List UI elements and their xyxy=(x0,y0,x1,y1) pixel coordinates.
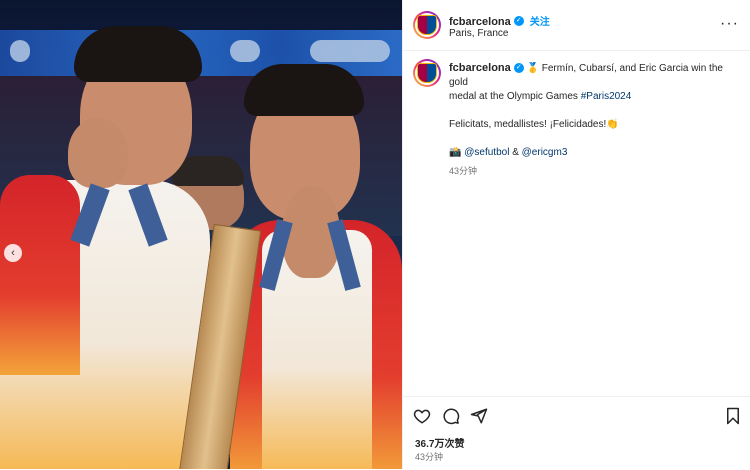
follow-button[interactable]: 关注 xyxy=(530,17,550,28)
caption: fcbarcelona ✓ 🥇 Fermín, Cubarsí, and Eric… xyxy=(449,61,741,177)
like-count[interactable]: 36.7万次赞 xyxy=(415,435,464,450)
more-options-icon[interactable]: ··· xyxy=(720,15,739,33)
caption-time: 43分钟 xyxy=(449,166,478,176)
fcb-crest-icon xyxy=(417,63,437,83)
chevron-left-icon: ‹ xyxy=(11,247,15,259)
hashtag-link[interactable]: #Paris2024 xyxy=(581,91,632,102)
header-username[interactable]: fcbarcelona xyxy=(449,16,511,28)
post-photo: ‹ xyxy=(0,0,402,469)
caption-avatar[interactable] xyxy=(413,59,441,87)
heart-icon[interactable] xyxy=(413,407,431,425)
camera-emoji: 📸 xyxy=(449,147,462,158)
mention-ericgm3[interactable]: @ericgm3 xyxy=(522,147,568,158)
verified-icon: ✓ xyxy=(513,63,524,74)
bookmark-icon[interactable] xyxy=(725,407,741,425)
fcb-crest-icon xyxy=(417,15,437,35)
post-time: 43分钟 xyxy=(415,452,444,462)
ampersand: & xyxy=(509,147,522,158)
caption-username[interactable]: fcbarcelona xyxy=(449,62,511,74)
prev-image-button[interactable]: ‹ xyxy=(4,244,22,262)
share-icon[interactable] xyxy=(470,407,488,425)
caption-line-3: Felicitats, medallistes! ¡Felicidades!👏 xyxy=(449,119,619,130)
post-header: fcbarcelona ✓ 关注 Paris, France ··· xyxy=(403,0,750,51)
location-link[interactable]: Paris, France xyxy=(449,28,508,39)
post-panel: fcbarcelona ✓ 关注 Paris, France ··· fcbarce… xyxy=(402,0,750,469)
avatar[interactable] xyxy=(413,11,441,39)
caption-line-2: medal at the Olympic Games xyxy=(449,91,581,102)
mention-sefutbol[interactable]: @sefutbol xyxy=(464,147,509,158)
verified-icon: ✓ xyxy=(513,15,524,26)
comment-icon[interactable] xyxy=(442,407,460,425)
left-player-hand xyxy=(68,118,128,188)
action-bar: 36.7万次赞 43分钟 xyxy=(403,396,750,470)
